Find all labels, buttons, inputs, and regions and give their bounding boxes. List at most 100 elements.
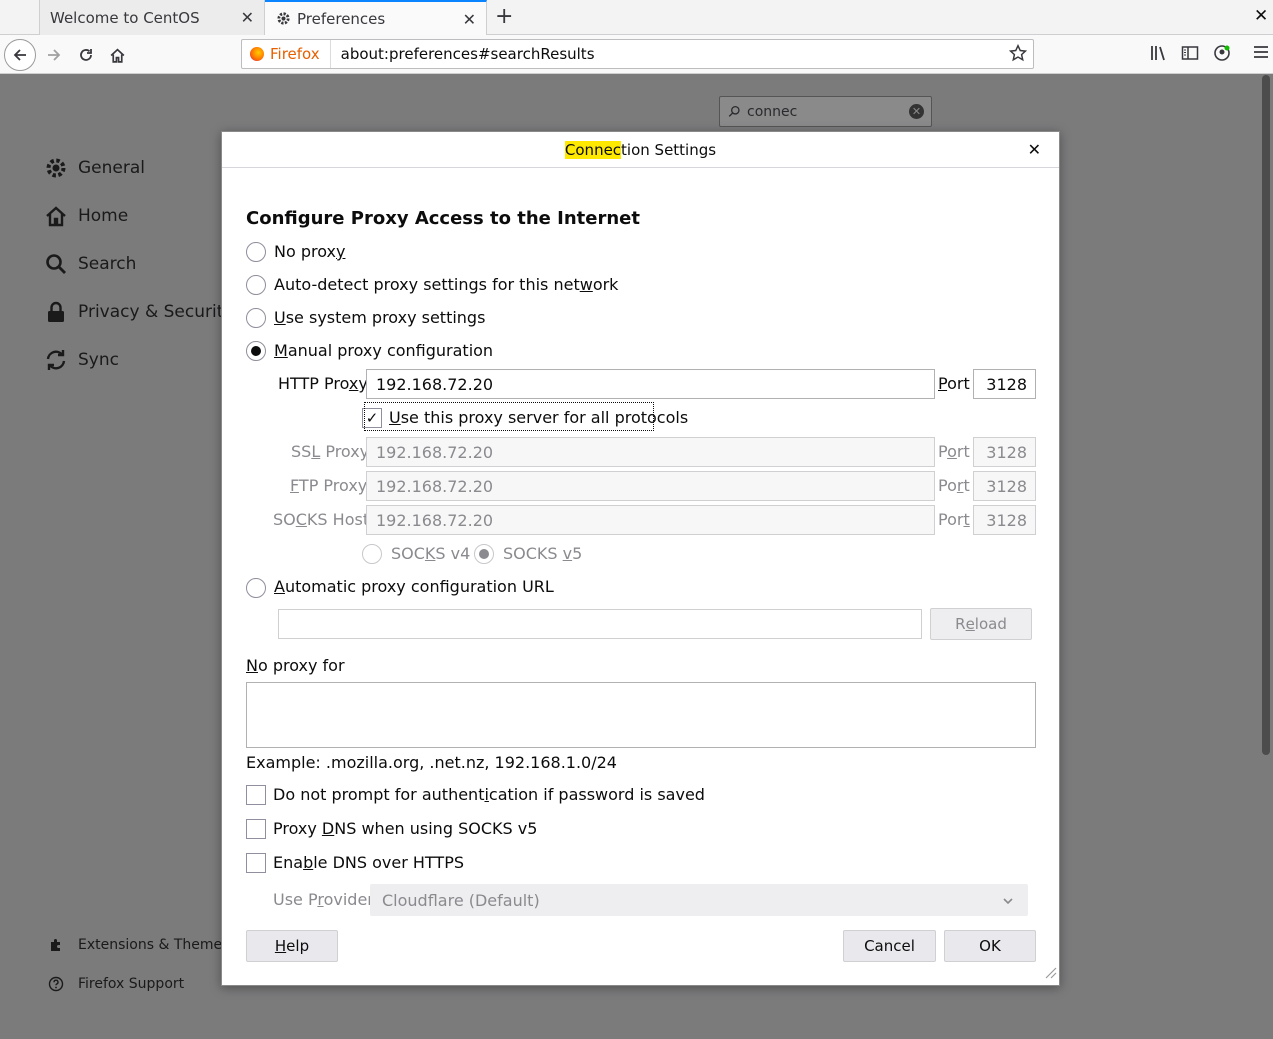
sidebar-item-home[interactable]: Home	[44, 204, 128, 228]
sidebar-item-privacy[interactable]: Privacy & Security	[44, 300, 233, 324]
resize-grip-icon[interactable]	[1043, 965, 1057, 983]
url-text[interactable]: about:preferences#searchResults	[331, 45, 595, 63]
lock-icon	[48, 301, 64, 322]
help-button[interactable]: Help	[246, 930, 338, 962]
library-icon[interactable]	[1149, 44, 1167, 66]
close-icon[interactable]: ✕	[1028, 140, 1041, 159]
provider-select[interactable]: Cloudflare (Default)	[370, 884, 1028, 916]
ok-button[interactable]: OK	[944, 930, 1036, 962]
sidebar-item-label: Sync	[78, 350, 119, 370]
star-icon[interactable]	[1008, 43, 1028, 66]
home-icon	[110, 48, 124, 63]
extensions-themes-link[interactable]: Extensions & Themes	[48, 937, 229, 953]
clear-icon[interactable]: ✕	[909, 104, 924, 119]
ftp-proxy-input[interactable]: 192.168.72.20	[366, 471, 935, 501]
socks-v4-label: SOCKS v4	[391, 544, 471, 563]
sync-icon	[46, 350, 66, 370]
system-proxy-radio[interactable]	[246, 308, 266, 328]
dialog-heading: Configure Proxy Access to the Internet	[246, 208, 640, 229]
firefox-support-link[interactable]: Firefox Support	[48, 976, 184, 992]
sidebar-item-general[interactable]: General	[44, 156, 145, 180]
no-proxy-for-textarea[interactable]	[246, 682, 1036, 748]
sidebar-icon[interactable]	[1181, 44, 1199, 66]
http-port-input[interactable]: 3128	[973, 369, 1036, 399]
http-proxy-input[interactable]: 192.168.72.20	[366, 369, 935, 399]
account-icon[interactable]	[1213, 44, 1231, 66]
sidebar-item-search[interactable]: Search	[44, 252, 136, 276]
title-rest: tion Settings	[621, 140, 717, 159]
tab-welcome[interactable]: Welcome to CentOS ✕	[39, 0, 265, 35]
window-close-icon[interactable]: ✕	[1254, 6, 1268, 26]
no-proxy-example: Example: .mozilla.org, .net.nz, 192.168.…	[246, 753, 617, 772]
identity-box[interactable]: Firefox	[242, 40, 331, 68]
close-icon[interactable]: ✕	[463, 10, 476, 29]
gear-icon	[46, 158, 66, 178]
help-icon	[48, 976, 64, 992]
new-tab-icon[interactable]: +	[495, 4, 513, 29]
no-proxy-radio[interactable]	[246, 242, 266, 262]
menu-icon[interactable]	[1253, 44, 1269, 64]
ssl-port-input[interactable]: 3128	[973, 437, 1036, 467]
reload-button[interactable]	[72, 41, 100, 69]
socks-v4-radio[interactable]	[362, 544, 382, 564]
url-bar[interactable]: Firefox about:preferences#searchResults	[241, 39, 1034, 69]
arrow-left-icon	[13, 49, 26, 61]
arrow-right-icon	[48, 49, 61, 61]
auto-config-url-label: Automatic proxy configuration URL	[274, 577, 554, 596]
no-proxy-for-label: No proxy for	[246, 656, 345, 675]
auto-detect-label: Auto-detect proxy settings for this netw…	[274, 275, 619, 294]
tab-preferences[interactable]: Preferences ✕	[265, 0, 487, 35]
socks-port-input[interactable]: 3128	[973, 505, 1036, 535]
search-value: connec	[747, 103, 798, 120]
provider-value: Cloudflare (Default)	[382, 890, 540, 910]
forward-button[interactable]	[40, 41, 68, 69]
auto-config-url-radio[interactable]	[246, 578, 266, 598]
sidebar-item-sync[interactable]: Sync	[44, 348, 119, 372]
tab-bar: Welcome to CentOS ✕ Preferences ✕ + ✕	[0, 0, 1273, 35]
connection-settings-dialog: Connec tion Settings ✕ Configure Proxy Ac…	[221, 131, 1060, 986]
proxy-dns-label: Proxy DNS when using SOCKS v5	[273, 819, 538, 838]
sidebar-item-label: Home	[78, 206, 129, 226]
reload-button[interactable]: Re load	[930, 608, 1032, 640]
reload-icon	[80, 49, 92, 61]
cancel-button[interactable]: Cancel	[843, 930, 936, 962]
back-button[interactable]	[4, 39, 36, 71]
gear-icon	[275, 11, 291, 27]
home-button[interactable]	[103, 41, 131, 69]
footer-link-label: Firefox Support	[78, 976, 185, 992]
provider-label: Use Provider	[273, 890, 374, 909]
ftp-port-input[interactable]: 3128	[973, 471, 1036, 501]
firefox-logo-icon	[250, 47, 264, 61]
dialog-title: Connec tion Settings ✕	[222, 132, 1059, 168]
auto-config-url-input[interactable]	[278, 609, 922, 639]
search-icon	[46, 254, 66, 274]
no-proxy-label: No proxy	[274, 242, 346, 261]
sidebar-item-label: General	[78, 158, 145, 178]
socks-host-label: SOCKS Host	[273, 510, 370, 529]
ssl-port-label: Port	[938, 442, 970, 461]
dns-over-https-label: Enable DNS over HTTPS	[273, 853, 464, 872]
preferences-search-input[interactable]: connec ✕	[719, 96, 932, 127]
sidebar-item-label: Privacy & Security	[78, 302, 234, 322]
ssl-proxy-input[interactable]: 192.168.72.20	[366, 437, 935, 467]
system-proxy-label: Use system proxy settings	[274, 308, 486, 327]
nav-bar: Firefox about:preferences#searchResults	[0, 35, 1273, 74]
all-protocols-label: Use this proxy server for all protocols	[389, 408, 689, 427]
title-search-highlight: Connec	[564, 140, 622, 159]
socks-v5-radio[interactable]	[474, 544, 494, 564]
socks-host-input[interactable]: 192.168.72.20	[366, 505, 935, 535]
socks-v5-label: SOCKS v5	[503, 544, 583, 563]
auto-detect-radio[interactable]	[246, 275, 266, 295]
dns-over-https-checkbox[interactable]	[246, 853, 266, 873]
no-prompt-auth-label: Do not prompt for authentication if pass…	[273, 785, 705, 804]
proxy-dns-checkbox[interactable]	[246, 819, 266, 839]
chevron-down-icon	[1002, 892, 1014, 911]
manual-proxy-label: Manual proxy configuration	[274, 341, 494, 360]
home-icon	[46, 206, 66, 227]
manual-proxy-radio[interactable]	[246, 341, 266, 361]
close-icon[interactable]: ✕	[241, 8, 254, 27]
no-prompt-auth-checkbox[interactable]	[246, 785, 266, 805]
page-scrollbar[interactable]	[1262, 75, 1270, 755]
tab-label: Preferences	[297, 9, 386, 28]
tab-label: Welcome to CentOS	[50, 8, 200, 27]
